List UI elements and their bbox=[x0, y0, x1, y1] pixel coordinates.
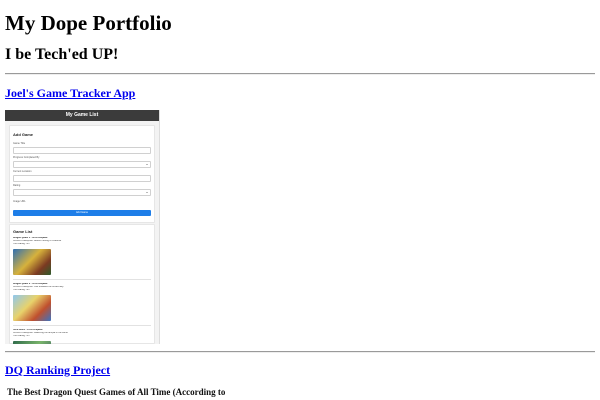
divider bbox=[5, 351, 595, 353]
rating-select[interactable] bbox=[13, 189, 151, 196]
game-cover-image bbox=[13, 294, 51, 321]
page-title: My Dope Portfolio bbox=[5, 11, 172, 35]
game-list-card: Game List Dragon Quest 1 - 60% complete … bbox=[9, 224, 155, 344]
field-label: Game Title bbox=[13, 142, 26, 145]
add-game-card: Add Game Game Title Progress Completed B… bbox=[9, 125, 155, 223]
game-tracker-screenshot: My Game List Add Game Game Title Progres… bbox=[5, 110, 160, 344]
game-tracker-link[interactable]: Joel's Game Tracker App bbox=[5, 86, 135, 100]
page-subtitle: I be Tech'ed UP! bbox=[5, 46, 119, 63]
game-cover-image bbox=[13, 248, 51, 275]
field-label: Rating bbox=[13, 184, 21, 187]
field-label: Current Location bbox=[13, 170, 32, 173]
field-label: Progress Completed By bbox=[13, 156, 40, 159]
portfolio-page: My Dope Portfolio I be Tech'ed UP! Joel'… bbox=[0, 0, 600, 400]
location-input[interactable] bbox=[13, 175, 151, 182]
list-item: Dragon Quest 1 - 60% complete Current Ch… bbox=[13, 237, 151, 280]
game-rating: Your Rating: 4/5 bbox=[13, 289, 30, 292]
game-rating: Your Rating: 3/5 bbox=[13, 243, 30, 246]
game-title-input[interactable] bbox=[13, 147, 151, 154]
game-rating: Your Rating: 5/5 bbox=[13, 335, 30, 338]
dq-ranking-description: The Best Dragon Quest Games of All Time … bbox=[7, 387, 226, 397]
dq-ranking-link[interactable]: DQ Ranking Project bbox=[5, 363, 110, 377]
add-game-button[interactable]: Add Game bbox=[13, 210, 151, 216]
progress-select[interactable] bbox=[13, 161, 151, 168]
divider bbox=[5, 73, 595, 75]
field-label: Image URL bbox=[13, 200, 26, 203]
list-item: Dragon Quest 2 - 45% complete Current Ch… bbox=[13, 283, 151, 326]
list-item: Ultra Sonic - 10% complete Current Check… bbox=[13, 329, 151, 344]
game-list-title: Game List bbox=[13, 229, 33, 234]
add-game-title: Add Game bbox=[13, 132, 34, 137]
game-cover-image bbox=[13, 340, 51, 344]
thumb-header-title: My Game List bbox=[5, 110, 159, 121]
